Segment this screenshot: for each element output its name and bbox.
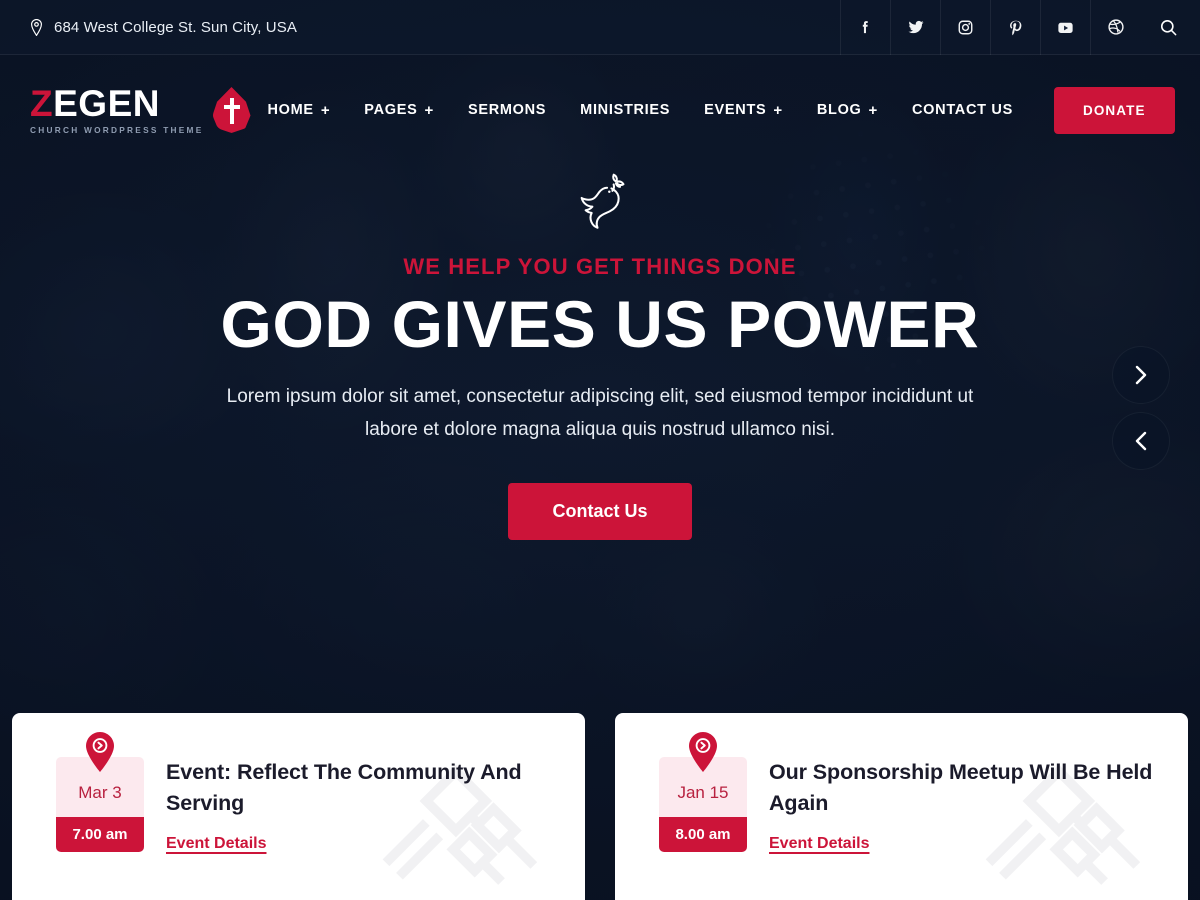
slider-prev-button[interactable] xyxy=(1112,412,1170,470)
logo-rest-letters: EGEN xyxy=(53,83,160,125)
event-card[interactable]: Mar 3 7.00 am Event: Reflect The Communi… xyxy=(12,713,585,900)
nav-label: EVENTS xyxy=(704,102,767,118)
dribbble-icon[interactable] xyxy=(1090,0,1140,55)
youtube-icon[interactable] xyxy=(1040,0,1090,55)
slider-controls xyxy=(1112,346,1170,470)
event-card[interactable]: Jan 15 8.00 am Our Sponsorship Meetup Wi… xyxy=(615,713,1188,900)
nav-item-ministries[interactable]: MINISTRIES xyxy=(563,102,687,118)
event-card-body: Event: Reflect The Community And Serving… xyxy=(144,757,585,853)
logo-wordmark: ZEGEN xyxy=(30,85,204,122)
logo-first-letter: Z xyxy=(30,83,54,125)
upcoming-events-strip: Mar 3 7.00 am Event: Reflect The Communi… xyxy=(12,713,1188,900)
church-homepage: 684 West College St. Sun City, USA ZEGEN… xyxy=(0,0,1200,900)
nav-item-contact-us[interactable]: CONTACT US xyxy=(895,102,1030,118)
event-date-column: Mar 3 7.00 am xyxy=(56,732,144,852)
nav-label: MINISTRIES xyxy=(580,102,671,118)
nav-label: CONTACT US xyxy=(912,102,1013,118)
event-time: 7.00 am xyxy=(56,817,144,852)
event-pin-icon xyxy=(83,731,117,773)
event-pin-icon xyxy=(686,731,720,773)
slider-next-button[interactable] xyxy=(1112,346,1170,404)
nav-label: PAGES xyxy=(364,102,418,118)
dove-olive-branch-icon xyxy=(564,170,636,232)
event-time: 8.00 am xyxy=(659,817,747,852)
hero-paragraph: Lorem ipsum dolor sit amet, consectetur … xyxy=(226,386,974,440)
event-card-body: Our Sponsorship Meetup Will Be Held Agai… xyxy=(747,757,1188,853)
event-title: Event: Reflect The Community And Serving xyxy=(166,760,522,815)
instagram-icon[interactable] xyxy=(940,0,990,55)
address-block: 684 West College St. Sun City, USA xyxy=(0,18,297,37)
submenu-plus-icon: + xyxy=(868,101,878,119)
nav-item-events[interactable]: EVENTS + xyxy=(687,102,800,118)
social-links xyxy=(840,0,1200,55)
nav-item-sermons[interactable]: SERMONS xyxy=(451,102,563,118)
logo-text: ZEGEN CHURCH WORDPRESS THEME xyxy=(30,85,204,134)
facebook-icon[interactable] xyxy=(840,0,890,55)
site-logo[interactable]: ZEGEN CHURCH WORDPRESS THEME xyxy=(30,85,251,135)
submenu-plus-icon: + xyxy=(773,101,783,119)
address-text: 684 West College St. Sun City, USA xyxy=(54,18,297,36)
submenu-plus-icon: + xyxy=(320,101,331,119)
pinterest-icon[interactable] xyxy=(990,0,1040,55)
submenu-plus-icon: + xyxy=(424,101,434,119)
top-bar: 684 West College St. Sun City, USA xyxy=(0,0,1200,55)
twitter-icon[interactable] xyxy=(890,0,940,55)
event-date-column: Jan 15 8.00 am xyxy=(659,732,747,852)
blood-drop-cross-icon xyxy=(212,86,251,133)
nav-label: HOME xyxy=(267,102,314,118)
hero-contact-us-button[interactable]: Contact Us xyxy=(508,482,692,540)
nav-label: SERMONS xyxy=(467,102,547,118)
hero-section: WE HELP YOU GET THINGS DONE GOD GIVES US… xyxy=(0,170,1200,540)
nav-item-blog[interactable]: BLOG + xyxy=(800,102,895,118)
logo-tagline: CHURCH WORDPRESS THEME xyxy=(30,125,204,136)
map-pin-icon xyxy=(30,18,43,37)
event-details-link[interactable]: Event Details xyxy=(769,835,869,853)
nav-label: BLOG xyxy=(816,102,862,118)
hero-subtitle: WE HELP YOU GET THINGS DONE xyxy=(403,254,797,279)
search-icon[interactable] xyxy=(1140,0,1196,55)
main-navigation-bar: ZEGEN CHURCH WORDPRESS THEME HOME + PAGE… xyxy=(0,55,1200,165)
nav-item-pages[interactable]: PAGES + xyxy=(347,102,451,118)
event-title: Our Sponsorship Meetup Will Be Held Agai… xyxy=(769,760,1153,815)
hero-title: GOD GIVES US POWER xyxy=(220,287,980,361)
donate-button[interactable]: DONATE xyxy=(1053,86,1175,134)
event-details-link[interactable]: Event Details xyxy=(166,835,266,853)
nav-menu: HOME + PAGES + SERMONS MINISTRIES EVENTS… xyxy=(251,86,1175,134)
nav-item-home[interactable]: HOME + xyxy=(251,102,348,118)
